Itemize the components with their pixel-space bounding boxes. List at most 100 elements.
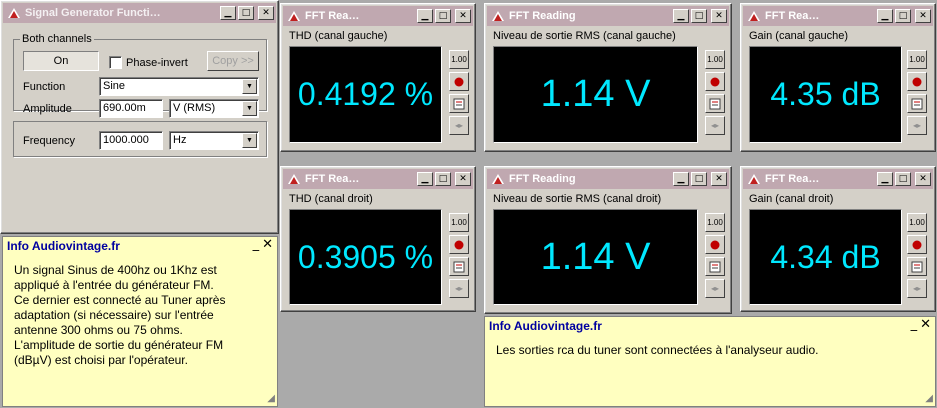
meter-icon[interactable]: 1.00 [705, 213, 725, 232]
maximize-button[interactable]: □ [895, 172, 911, 186]
frequency-label: Frequency [23, 135, 75, 147]
minimize-icon[interactable]: _ [253, 237, 260, 252]
info-header[interactable]: Info Audiovintage.fr _ ✕ [3, 237, 277, 255]
record-icon[interactable] [705, 72, 725, 91]
record-icon[interactable] [449, 72, 469, 91]
app-icon [492, 11, 504, 21]
frequency-unit-select[interactable]: Hz ▼ [169, 131, 259, 150]
close-icon[interactable]: ✕ [920, 317, 931, 332]
record-icon[interactable] [449, 235, 469, 254]
close-button[interactable]: ✕ [455, 9, 471, 23]
fft-window-thd-left: FFT Rea… ▁ □ ✕ THD (canal gauche) 0.4192… [280, 3, 476, 152]
arrows-icon[interactable]: ◂▸ [705, 279, 725, 298]
resize-grip-icon[interactable]: ◢ [925, 393, 933, 404]
settings-icon[interactable] [907, 257, 927, 276]
close-button[interactable]: ✕ [915, 172, 931, 186]
close-button[interactable]: ✕ [915, 9, 931, 23]
record-icon[interactable] [907, 235, 927, 254]
fft-titlebar[interactable]: FFT Rea… ▁ □ ✕ [283, 169, 473, 189]
phase-invert-label: Phase-invert [126, 57, 188, 69]
window-title: FFT Reading [509, 10, 576, 22]
info-title: Info Audiovintage.fr [489, 319, 602, 333]
maximize-button[interactable]: □ [435, 172, 451, 186]
signal-generator-window: Signal Generator Functi… ▁ □ ✕ Both chan… [0, 0, 279, 234]
record-icon[interactable] [705, 235, 725, 254]
settings-icon[interactable] [705, 94, 725, 113]
function-select[interactable]: Sine ▼ [99, 77, 259, 96]
info-header[interactable]: Info Audiovintage.fr _ ✕ [485, 317, 935, 335]
meter-icon[interactable]: 1.00 [907, 50, 927, 69]
reading-display: 0.4192 % [289, 46, 442, 143]
meter-icon[interactable]: 1.00 [449, 213, 469, 232]
fft-titlebar[interactable]: FFT Rea… ▁ □ ✕ [743, 169, 933, 189]
window-title: FFT Rea… [305, 173, 360, 185]
fft-titlebar[interactable]: FFT Rea… ▁ □ ✕ [283, 6, 473, 26]
meter-icon[interactable]: 1.00 [705, 50, 725, 69]
reading-display: 4.35 dB [749, 46, 902, 143]
reading-label: Gain (canal gauche) [749, 30, 849, 42]
copy-button[interactable]: Copy >> [207, 51, 259, 71]
meter-icon[interactable]: 1.00 [449, 50, 469, 69]
minimize-button[interactable]: ▁ [877, 172, 893, 186]
reading-display: 4.34 dB [749, 209, 902, 305]
reading-label: Niveau de sortie RMS (canal droit) [493, 193, 662, 205]
app-icon [748, 11, 760, 21]
signal-generator-titlebar[interactable]: Signal Generator Functi… ▁ □ ✕ [3, 3, 276, 23]
minimize-button[interactable]: ▁ [220, 6, 236, 20]
app-icon [492, 174, 504, 184]
close-button[interactable]: ✕ [258, 6, 274, 20]
arrows-icon[interactable]: ◂▸ [907, 116, 927, 135]
arrows-icon[interactable]: ◂▸ [449, 116, 469, 135]
close-button[interactable]: ✕ [711, 9, 727, 23]
amplitude-input[interactable]: 690.00m [99, 99, 163, 118]
settings-icon[interactable] [705, 257, 725, 276]
fft-titlebar[interactable]: FFT Reading ▁ □ ✕ [487, 169, 729, 189]
frequency-unit-value: Hz [173, 134, 187, 146]
close-button[interactable]: ✕ [455, 172, 471, 186]
function-label: Function [23, 81, 66, 93]
record-icon[interactable] [907, 72, 927, 91]
maximize-button[interactable]: □ [691, 172, 707, 186]
fft-titlebar[interactable]: FFT Reading ▁ □ ✕ [487, 6, 729, 26]
chevron-down-icon[interactable]: ▼ [242, 101, 257, 116]
maximize-button[interactable]: □ [895, 9, 911, 23]
settings-icon[interactable] [907, 94, 927, 113]
fft-window-rms-right: FFT Reading ▁ □ ✕ Niveau de sortie RMS (… [484, 166, 732, 314]
arrows-icon[interactable]: ◂▸ [705, 116, 725, 135]
window-title: FFT Reading [509, 173, 576, 185]
chevron-down-icon[interactable]: ▼ [242, 133, 257, 148]
amplitude-unit-select[interactable]: V (RMS) ▼ [169, 99, 259, 118]
amplitude-unit-value: V (RMS) [173, 102, 216, 114]
app-icon [288, 174, 300, 184]
on-button[interactable]: On [23, 51, 99, 71]
window-title: Signal Generator Functi… [25, 7, 161, 19]
minimize-button[interactable]: ▁ [417, 9, 433, 23]
chevron-down-icon[interactable]: ▼ [242, 79, 257, 94]
minimize-button[interactable]: ▁ [673, 172, 689, 186]
arrows-icon[interactable]: ◂▸ [449, 279, 469, 298]
resize-grip-icon[interactable]: ◢ [267, 393, 275, 404]
frequency-input[interactable]: 1000.000 [99, 131, 163, 150]
meter-icon[interactable]: 1.00 [907, 213, 927, 232]
reading-value: 4.34 dB [770, 238, 881, 275]
phase-invert-checkbox[interactable] [109, 56, 122, 69]
arrows-icon[interactable]: ◂▸ [907, 279, 927, 298]
minimize-icon[interactable]: _ [911, 317, 918, 332]
settings-icon[interactable] [449, 94, 469, 113]
fft-window-gain-right: FFT Rea… ▁ □ ✕ Gain (canal droit) 4.34 d… [740, 166, 936, 312]
close-button[interactable]: ✕ [711, 172, 727, 186]
fft-window-gain-left: FFT Rea… ▁ □ ✕ Gain (canal gauche) 4.35 … [740, 3, 936, 152]
maximize-button[interactable]: □ [691, 9, 707, 23]
minimize-button[interactable]: ▁ [673, 9, 689, 23]
minimize-button[interactable]: ▁ [877, 9, 893, 23]
app-icon [288, 11, 300, 21]
fft-titlebar[interactable]: FFT Rea… ▁ □ ✕ [743, 6, 933, 26]
minimize-button[interactable]: ▁ [417, 172, 433, 186]
info-panel-left: Info Audiovintage.fr _ ✕ Un signal Sinus… [2, 236, 278, 407]
info-body: Un signal Sinus de 400hz ou 1Khz est app… [14, 263, 226, 367]
close-icon[interactable]: ✕ [262, 237, 273, 252]
reading-value: 4.35 dB [770, 76, 881, 112]
maximize-button[interactable]: □ [435, 9, 451, 23]
settings-icon[interactable] [449, 257, 469, 276]
maximize-button[interactable]: □ [238, 6, 254, 20]
